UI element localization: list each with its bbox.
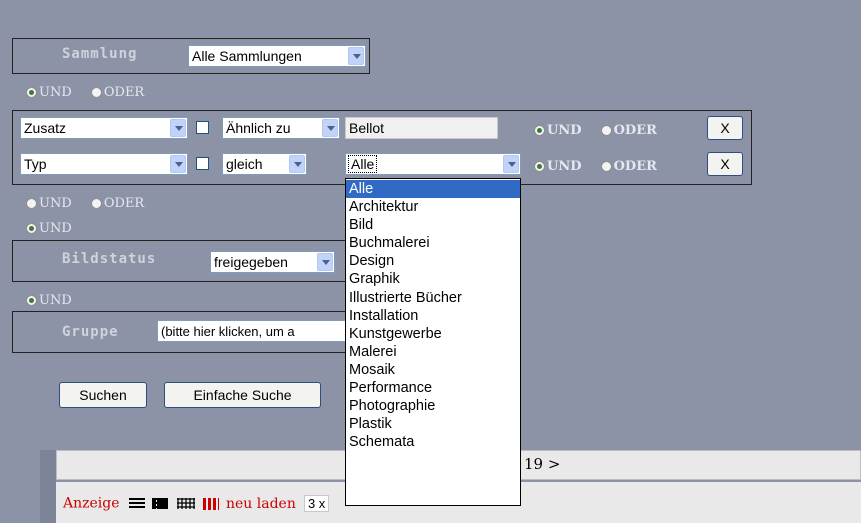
dropdown-option[interactable]: Mosaik bbox=[346, 361, 520, 379]
logic-row-2: UND ODER bbox=[26, 193, 144, 212]
dropdown-option[interactable]: Kunstgewerbe bbox=[346, 325, 520, 343]
footer-controls: Anzeige neu laden 3 x bbox=[63, 493, 330, 512]
logic-row-3: UND bbox=[26, 218, 72, 237]
radio-und-2[interactable] bbox=[26, 198, 37, 209]
footer-left-stripe bbox=[40, 450, 56, 523]
criterion-1-remove-button[interactable]: X bbox=[707, 116, 743, 140]
logic-row-1: UND ODER bbox=[26, 82, 144, 101]
list-view-icon[interactable] bbox=[128, 498, 145, 509]
criterion-2-value-select[interactable]: Alle bbox=[345, 153, 521, 175]
radio-und-4[interactable] bbox=[26, 295, 37, 306]
criterion-1-und-label: UND bbox=[547, 123, 582, 138]
criterion-1-field-select[interactable]: Zusatz bbox=[20, 117, 188, 139]
radio-oder-2-label: ODER bbox=[103, 196, 145, 211]
simple-search-button[interactable]: Einfache Suche bbox=[164, 382, 321, 408]
criterion-2-radio-und[interactable] bbox=[534, 161, 545, 172]
radio-und-4-label: UND bbox=[39, 293, 72, 308]
criterion-2-logic: UND ODER bbox=[534, 156, 657, 175]
dropdown-option[interactable]: Plastik bbox=[346, 415, 520, 433]
grid-size-select[interactable]: 3 x bbox=[303, 495, 330, 512]
criterion-1-radio-und[interactable] bbox=[534, 125, 545, 136]
dropdown-option[interactable]: Schemata bbox=[346, 433, 520, 451]
typ-dropdown-list[interactable]: Alle Architektur Bild Buchmalerei Design Grap… bbox=[345, 178, 521, 506]
dropdown-option[interactable]: Illustrierte Bücher bbox=[346, 289, 520, 307]
dropdown-option[interactable]: Malerei bbox=[346, 343, 520, 361]
bildstatus-label: Bildstatus bbox=[62, 251, 157, 267]
dropdown-option[interactable]: Photographie bbox=[346, 397, 520, 415]
chevron-down-icon bbox=[170, 119, 186, 137]
chevron-down-icon bbox=[322, 119, 338, 137]
large-grid-view-icon[interactable] bbox=[202, 497, 219, 510]
neu-laden-link[interactable]: neu laden bbox=[226, 496, 296, 512]
radio-und-1-label: UND bbox=[39, 85, 72, 100]
sammlung-select[interactable]: Alle Sammlungen bbox=[188, 45, 366, 67]
chevron-down-icon bbox=[317, 253, 333, 271]
grid-size-value: 3 x bbox=[307, 496, 326, 511]
criterion-1-checkbox[interactable] bbox=[196, 121, 209, 134]
criterion-1-oder-label: ODER bbox=[613, 123, 657, 138]
criterion-2-field-value: Typ bbox=[24, 156, 47, 172]
dropdown-option[interactable]: Performance bbox=[346, 379, 520, 397]
sammlung-label: Sammlung bbox=[62, 46, 138, 62]
pager-text[interactable]: 19 > bbox=[524, 455, 560, 473]
chevron-down-icon bbox=[348, 47, 364, 65]
dropdown-option[interactable]: Installation bbox=[346, 307, 520, 325]
criterion-2-op-value: gleich bbox=[226, 156, 263, 172]
gruppe-select-value: (bitte hier klicken, um a bbox=[161, 324, 295, 339]
detail-view-icon[interactable] bbox=[151, 498, 168, 509]
dropdown-option[interactable]: Architektur bbox=[346, 198, 520, 216]
radio-oder-1[interactable] bbox=[90, 87, 102, 98]
criterion-1-op-select[interactable]: Ähnlich zu bbox=[222, 117, 340, 139]
bildstatus-select-value: freigegeben bbox=[214, 254, 288, 270]
radio-und-2-label: UND bbox=[39, 196, 72, 211]
criterion-2-checkbox[interactable] bbox=[196, 157, 209, 170]
gruppe-label: Gruppe bbox=[62, 324, 119, 340]
radio-und-1[interactable] bbox=[26, 87, 37, 98]
criterion-1-field-value: Zusatz bbox=[24, 120, 67, 136]
criterion-1-radio-oder[interactable] bbox=[600, 125, 612, 136]
criterion-2-oder-label: ODER bbox=[613, 159, 657, 174]
radio-und-3[interactable] bbox=[26, 223, 37, 234]
anzeige-label: Anzeige bbox=[63, 495, 120, 512]
criterion-2-field-select[interactable]: Typ bbox=[20, 153, 188, 175]
criterion-2-op-select[interactable]: gleich bbox=[222, 153, 307, 175]
search-button[interactable]: Suchen bbox=[59, 382, 147, 408]
criterion-2-radio-oder[interactable] bbox=[600, 161, 612, 172]
radio-oder-2[interactable] bbox=[90, 198, 102, 209]
criterion-1-value-input[interactable]: Bellot bbox=[345, 117, 498, 139]
dropdown-option[interactable]: Alle bbox=[346, 180, 520, 199]
bildstatus-select[interactable]: freigegeben bbox=[210, 251, 335, 273]
dropdown-option[interactable]: Graphik bbox=[346, 270, 520, 288]
dropdown-option[interactable]: Design bbox=[346, 252, 520, 270]
radio-oder-1-label: ODER bbox=[103, 85, 145, 100]
logic-row-4: UND bbox=[26, 290, 72, 309]
grid-view-icon[interactable] bbox=[176, 498, 195, 509]
chevron-down-icon bbox=[289, 155, 305, 173]
criterion-2-value-value: Alle bbox=[347, 155, 378, 173]
sammlung-select-value: Alle Sammlungen bbox=[192, 48, 302, 64]
criterion-2-remove-button[interactable]: X bbox=[707, 152, 743, 176]
gruppe-select[interactable]: (bitte hier klicken, um a bbox=[157, 320, 357, 342]
criterion-2-und-label: UND bbox=[547, 159, 582, 174]
criterion-1-logic: UND ODER bbox=[534, 120, 657, 139]
radio-und-3-label: UND bbox=[39, 221, 72, 236]
chevron-down-icon bbox=[170, 155, 186, 173]
dropdown-option[interactable]: Buchmalerei bbox=[346, 234, 520, 252]
chevron-down-icon bbox=[503, 155, 519, 173]
criterion-1-op-value: Ähnlich zu bbox=[226, 120, 291, 136]
dropdown-option[interactable]: Bild bbox=[346, 216, 520, 234]
